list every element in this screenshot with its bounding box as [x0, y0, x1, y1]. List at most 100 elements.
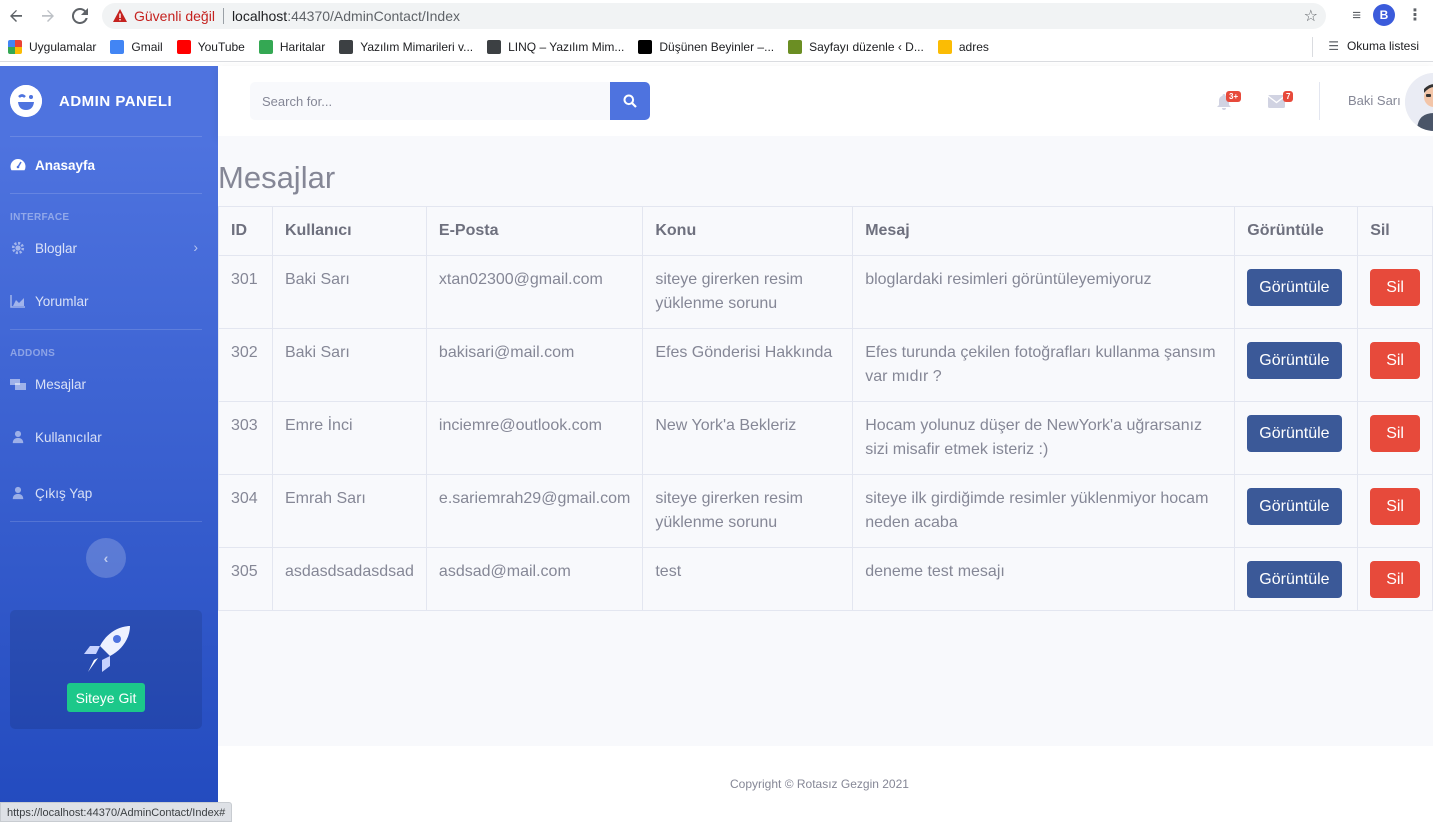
bookmark-label: Düşünen Beyinler –...: [659, 39, 775, 54]
search-input[interactable]: [250, 82, 610, 120]
reload-icon[interactable]: [66, 2, 94, 30]
delete-button[interactable]: Sil: [1370, 269, 1420, 306]
sidebar-item-users[interactable]: Kullanıcılar: [0, 409, 218, 465]
bookmark-item[interactable]: Düşünen Beyinler –...: [638, 39, 775, 54]
search-button[interactable]: [610, 82, 650, 120]
sidebar-item-label: Çıkış Yap: [35, 485, 93, 501]
divider: [10, 193, 202, 194]
column-header-user: Kullanıcı: [271, 206, 427, 256]
bookmark-favicon-icon: [339, 39, 354, 54]
sidebar-item-blogs[interactable]: Bloglar ›: [0, 223, 218, 273]
topbar: 3+ 7 Baki Sarı: [218, 66, 1433, 136]
reading-list-button[interactable]: ☰ Okuma listesi: [1328, 39, 1419, 53]
sidebar-item-home[interactable]: Anasayfa: [0, 137, 218, 193]
status-url: https://localhost:44370/AdminContact/Ind…: [0, 802, 233, 822]
main-content: Mesajlar ID Kullanıcı E-Posta Konu Mesaj…: [218, 136, 1433, 746]
view-button[interactable]: Görüntüle: [1247, 269, 1342, 306]
address-bar[interactable]: Güvenli değil localhost:44370/AdminConta…: [102, 3, 1326, 29]
bookmark-label: Haritalar: [279, 39, 326, 54]
view-button[interactable]: Görüntüle: [1247, 415, 1342, 452]
cell-id: 303: [218, 401, 273, 475]
sidebar-brand[interactable]: ADMIN PANELI: [0, 66, 218, 136]
view-button[interactable]: Görüntüle: [1247, 488, 1342, 525]
bookmark-item[interactable]: adres: [937, 39, 989, 54]
view-button[interactable]: Görüntüle: [1247, 342, 1342, 379]
copyright-text: Copyright © Rotasız Gezgin 2021: [730, 777, 909, 791]
sidebar-toggle-button[interactable]: ‹: [86, 538, 126, 578]
bookmark-item[interactable]: LINQ – Yazılım Mim...: [487, 39, 624, 54]
search-icon: [623, 94, 637, 108]
cell-id: 301: [218, 255, 273, 329]
security-label[interactable]: Güvenli değil: [134, 8, 215, 24]
mail-bulk-icon: [10, 379, 26, 390]
cell-id: 305: [218, 547, 273, 611]
messages-table: ID Kullanıcı E-Posta Konu Mesaj Görüntül…: [218, 206, 1433, 611]
forward-icon[interactable]: [34, 2, 62, 30]
table-row: 302 Baki Sarı bakisari@mail.com Efes Gönder…: [218, 328, 1433, 402]
column-header-email: E-Posta: [425, 206, 644, 256]
cell-subject: Efes Gönderisi Hakkında: [642, 328, 854, 402]
sidebar-item-logout[interactable]: Çıkış Yap: [0, 465, 218, 521]
view-button[interactable]: Görüntüle: [1247, 561, 1342, 598]
sidebar-item-label: Bloglar: [35, 240, 78, 256]
cell-delete: Sil: [1357, 401, 1433, 475]
column-header-id: ID: [218, 206, 273, 256]
delete-button[interactable]: Sil: [1370, 415, 1420, 452]
bookmark-item[interactable]: Haritalar: [258, 39, 326, 54]
divider: [10, 329, 202, 330]
back-icon[interactable]: [2, 2, 30, 30]
delete-button[interactable]: Sil: [1370, 488, 1420, 525]
sidebar: ADMIN PANELI Anasayfa INTERFACE Bloglar …: [0, 66, 218, 822]
sidebar-item-label: Anasayfa: [35, 157, 96, 173]
sidebar-item-label: Yorumlar: [35, 293, 89, 309]
table-row: 301 Baki Sarı xtan02300@gmail.com siteye gi…: [218, 255, 1433, 329]
browser-toolbar: Güvenli değil localhost:44370/AdminConta…: [0, 0, 1433, 32]
bookmark-item[interactable]: Sayfayı düzenle ‹ D...: [788, 39, 924, 54]
bookmark-item[interactable]: YouTube: [176, 39, 245, 54]
menu-icon[interactable]: ⋮: [1407, 5, 1423, 25]
user-name[interactable]: Baki Sarı: [1348, 93, 1401, 108]
delete-button[interactable]: Sil: [1370, 342, 1420, 379]
sidebar-item-comments[interactable]: Yorumlar: [0, 273, 218, 329]
bookmark-item[interactable]: Yazılım Mimarileri v...: [339, 39, 473, 54]
sidebar-promo-card: Siteye Git: [10, 610, 202, 729]
visit-site-button[interactable]: Siteye Git: [67, 683, 145, 712]
url-path: :44370/AdminContact/Index: [287, 8, 460, 24]
cell-message: siteye ilk girdiğimde resimler yüklenmiy…: [852, 474, 1236, 548]
cell-view: Görüntüle: [1234, 547, 1359, 611]
bookmark-item[interactable]: Gmail: [110, 39, 163, 54]
bookmark-favicon-icon: [8, 39, 22, 54]
cell-user: Emre İnci: [271, 401, 427, 475]
reading-list-icon: ☰: [1328, 39, 1339, 53]
column-header-view: Görüntüle: [1234, 206, 1359, 256]
sidebar-item-label: Kullanıcılar: [35, 429, 102, 445]
footer: Copyright © Rotasız Gezgin 2021: [218, 746, 1433, 822]
sidebar-heading-addons: ADDONS: [10, 348, 56, 359]
sidebar-heading-interface: INTERFACE: [10, 212, 70, 223]
bookmark-favicon-icon: [638, 39, 653, 54]
brand-title: ADMIN PANELI: [59, 92, 173, 110]
cell-view: Görüntüle: [1234, 255, 1359, 329]
divider: [1312, 37, 1313, 57]
delete-button[interactable]: Sil: [1370, 561, 1420, 598]
cell-message: Hocam yolunuz düşer de NewYork'a uğrarsa…: [852, 401, 1236, 475]
gear-icon: [11, 241, 25, 255]
cell-user: Baki Sarı: [271, 328, 427, 402]
profile-avatar[interactable]: B: [1373, 4, 1395, 26]
page-title: Mesajlar: [218, 160, 336, 195]
bookmark-favicon-icon: [788, 39, 803, 54]
cell-subject: siteye girerken resim yüklenme sorunu: [642, 474, 854, 548]
bookmark-star-icon[interactable]: ☆: [1304, 6, 1318, 26]
cell-delete: Sil: [1357, 328, 1433, 402]
avatar[interactable]: [1405, 73, 1433, 131]
cell-view: Görüntüle: [1234, 474, 1359, 548]
rocket-icon: [84, 626, 130, 672]
alerts-badge: 3+: [1226, 91, 1242, 102]
user-icon: [12, 430, 24, 444]
sidebar-item-messages[interactable]: Mesajlar: [0, 359, 218, 409]
table-row: 305 asdasdsadasdsad asdsad@mail.com test den…: [218, 547, 1433, 611]
bookmark-item[interactable]: Uygulamalar: [8, 39, 96, 54]
media-control-icon[interactable]: ≡: [1352, 7, 1361, 24]
column-header-message: Mesaj: [852, 206, 1236, 256]
cell-delete: Sil: [1357, 474, 1433, 548]
